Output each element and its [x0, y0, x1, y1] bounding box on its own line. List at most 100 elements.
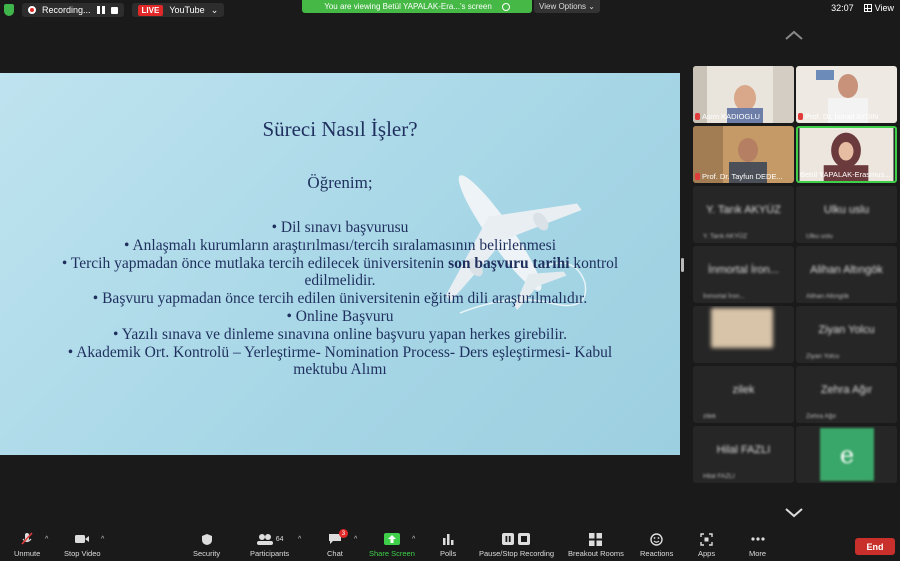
participant-avatar	[711, 308, 773, 348]
participant-name-caption: İnmortal İron...	[703, 293, 745, 300]
pause-recording-icon[interactable]	[96, 6, 105, 14]
recording-indicator[interactable]: Recording...	[22, 3, 124, 17]
chevron-down-icon[interactable]	[784, 506, 804, 520]
participant-name: Asım KADIOGLU	[695, 112, 760, 121]
participant-tile[interactable]: Zehra Ağır Zehra Ağır	[796, 366, 897, 423]
stop-recording-icon[interactable]	[110, 6, 118, 14]
splitter-handle[interactable]	[681, 258, 684, 272]
viewing-banner-text: You are viewing Betül YAPALAK-Era...'s s…	[324, 2, 492, 11]
breakout-rooms-icon	[589, 532, 603, 546]
participant-name: Betül YAPALAK-Erasmus...	[800, 170, 890, 179]
meeting-timer: 32:07	[831, 3, 854, 13]
participant-tile[interactable]: Ulku uslu Ulku uslu	[796, 186, 897, 243]
share-screen-label: Share Screen	[369, 549, 415, 558]
apps-icon	[700, 532, 713, 546]
participant-tile[interactable]: İnmortal İron... İnmortal İron...	[693, 246, 794, 303]
participant-name-caption: Zehra Ağır	[806, 413, 837, 420]
shared-screen-slide: Süreci Nasıl İşler? Öğrenim; • Dil sınav…	[0, 73, 680, 455]
participant-name-text: Asım KADIOGLU	[702, 112, 760, 121]
chat-unread-badge: 3	[338, 529, 348, 538]
participant-tile-active-speaker[interactable]: Betül YAPALAK-Erasmus...	[796, 126, 897, 183]
chevron-down-icon: ⌄	[210, 4, 219, 15]
participant-name-caption: Ziyan Yolcu	[806, 353, 840, 360]
slide-subtitle: Öğrenim;	[307, 173, 373, 192]
security-button[interactable]: Security	[193, 532, 220, 558]
unmute-label: Unmute	[14, 549, 41, 558]
unmute-button[interactable]: Unmute	[14, 532, 40, 558]
recording-controls-icon	[501, 532, 532, 546]
polls-label: Polls	[440, 549, 457, 558]
slide-bullet: • Akademik Ort. Kontrolü – Yerleştirme- …	[67, 344, 613, 378]
audio-options-caret-icon[interactable]: ^	[45, 536, 48, 543]
slide-bullet: • Online Başvuru	[286, 308, 394, 325]
smiley-icon	[650, 532, 663, 546]
participant-tile[interactable]: Hilal FAZLI Hilal FAZLI	[693, 426, 794, 483]
participant-tile[interactable]: Ziyan Yolcu Ziyan Yolcu	[796, 306, 897, 363]
mic-muted-icon	[20, 532, 34, 546]
participant-name-caption: zilek	[703, 413, 717, 420]
participant-name-display: Ulku uslu	[823, 204, 870, 216]
mic-muted-icon	[695, 173, 700, 180]
mic-muted-icon	[798, 113, 803, 120]
polls-icon	[442, 532, 454, 546]
participant-tile[interactable]: zilek zilek	[693, 366, 794, 423]
participant-name-text: Prof. Dr. İsmail AYDIN	[805, 112, 879, 121]
video-options-caret-icon[interactable]: ^	[101, 536, 104, 543]
view-options-button[interactable]: View Options ⌄	[534, 0, 600, 13]
participant-tile[interactable]: e	[796, 426, 897, 483]
view-options-label: View Options	[539, 2, 587, 11]
participant-tile[interactable]: Prof. Dr. Tayfun DEDE...	[693, 126, 794, 183]
video-camera-icon	[74, 532, 90, 546]
participants-button[interactable]: 64 Participants	[250, 532, 289, 558]
participant-name: Prof. Dr. Tayfun DEDE...	[695, 172, 783, 181]
participant-name-text: Prof. Dr. Tayfun DEDE...	[702, 172, 783, 181]
participant-name-display: Hilal FAZLI	[716, 444, 771, 456]
pause-stop-recording-button[interactable]: Pause/Stop Recording	[479, 532, 554, 558]
participants-icon: 64	[256, 532, 283, 546]
end-meeting-button[interactable]: End	[855, 538, 895, 555]
more-label: More	[749, 549, 767, 558]
slide-bullet: • Anlaşmalı kurumların araştırılması/ter…	[124, 237, 556, 254]
live-badge: LIVE	[137, 4, 164, 16]
participant-name-display: Alihan Altıngök	[810, 264, 883, 276]
participant-tile[interactable]: Asım KADIOGLU	[693, 66, 794, 123]
participants-label: Participants	[250, 549, 290, 558]
participant-name-text: Betül YAPALAK-Erasmus...	[800, 170, 891, 179]
chevron-down-icon: ⌄	[586, 2, 595, 11]
mic-muted-icon	[695, 113, 700, 120]
participant-tile[interactable]: Y. Tarık AKYÜZ Y. Tarık AKYÜZ	[693, 186, 794, 243]
stop-video-label: Stop Video	[64, 549, 101, 558]
topbar-left: Recording... LIVE YouTube ⌄	[4, 3, 225, 17]
security-shield-icon[interactable]	[4, 4, 14, 16]
breakout-rooms-button[interactable]: Breakout Rooms	[568, 532, 624, 558]
slide-bullet: • Başvuru yapmadan önce tercih edilen ün…	[92, 290, 588, 307]
chat-label: Chat	[327, 549, 343, 558]
participant-tile[interactable]: Alihan Altıngök Alihan Altıngök	[796, 246, 897, 303]
apps-button[interactable]: Apps	[698, 532, 715, 558]
stream-target: YouTube	[169, 5, 205, 15]
view-button[interactable]: View	[863, 3, 894, 13]
share-screen-button[interactable]: Share Screen	[369, 532, 415, 558]
participant-tile[interactable]	[693, 306, 794, 363]
participant-name-caption: Ulku uslu	[806, 233, 833, 240]
live-stream-indicator[interactable]: LIVE YouTube ⌄	[131, 3, 225, 17]
more-button[interactable]: More	[749, 532, 766, 558]
topbar-right: 32:07 View	[831, 3, 894, 13]
more-dots-icon	[750, 532, 765, 546]
chevron-up-icon[interactable]	[784, 28, 804, 42]
participant-name-caption: Alihan Altıngök	[806, 293, 850, 300]
participant-tile[interactable]: Prof. Dr. İsmail AYDIN	[796, 66, 897, 123]
chat-caret-icon[interactable]: ^	[354, 536, 357, 543]
participant-name-caption: Hilal FAZLI	[703, 473, 735, 480]
participant-name-caption: Y. Tarık AKYÜZ	[703, 233, 748, 240]
stop-video-button[interactable]: Stop Video	[64, 532, 101, 558]
slide-bullet-list: • Dil sınavı başvurusu • Anlaşmalı kurum…	[40, 219, 640, 379]
share-options-caret-icon[interactable]: ^	[412, 536, 415, 543]
reactions-button[interactable]: Reactions	[640, 532, 673, 558]
view-label: View	[874, 3, 894, 13]
slide-bullet: • Dil sınavı başvurusu	[271, 219, 409, 236]
polls-button[interactable]: Polls	[440, 532, 456, 558]
participants-caret-icon[interactable]: ^	[298, 536, 301, 543]
chat-button[interactable]: 3 Chat	[327, 529, 348, 558]
apps-label: Apps	[698, 549, 716, 558]
